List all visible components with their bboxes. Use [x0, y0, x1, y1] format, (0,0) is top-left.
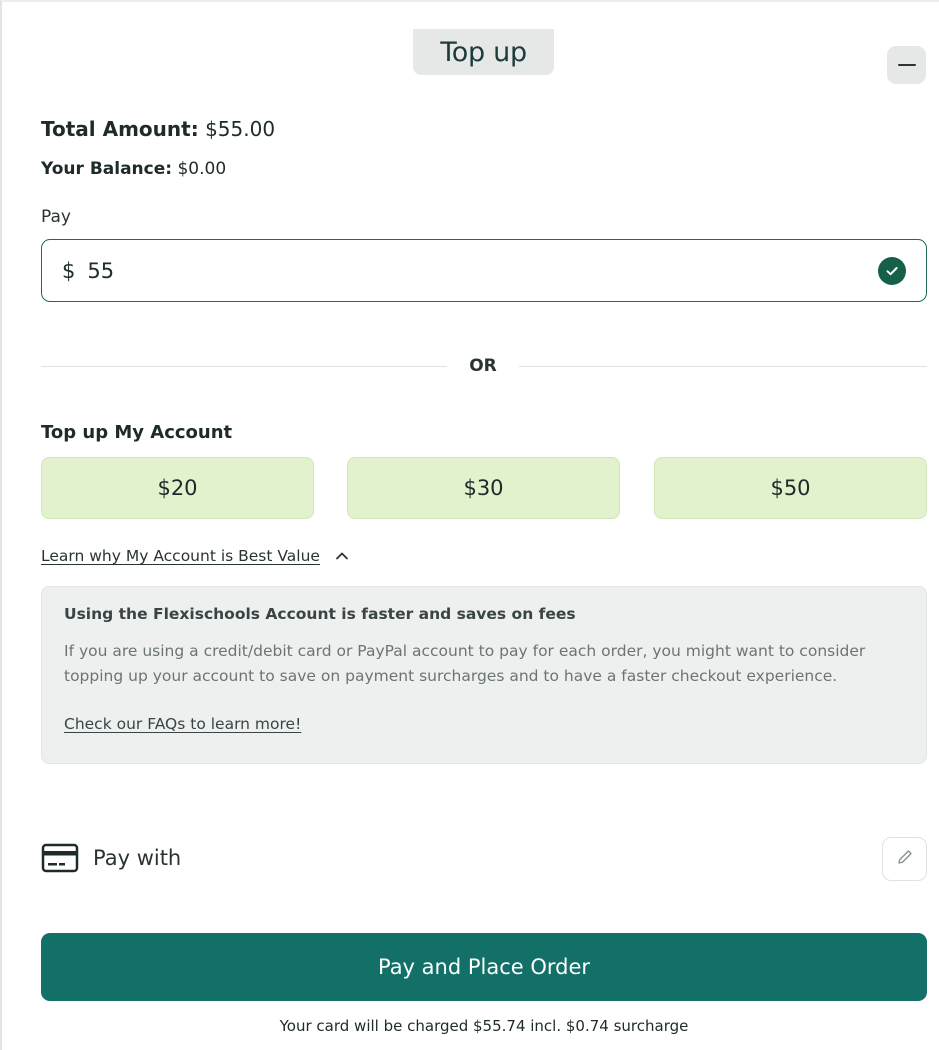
- info-title: Using the Flexischools Account is faster…: [64, 605, 576, 623]
- your-balance: Your Balance: $0.00: [41, 159, 226, 179]
- balance-label: Your Balance:: [41, 159, 173, 179]
- chevron-up-icon[interactable]: [334, 548, 350, 564]
- divider-line-left: [41, 366, 447, 367]
- collapse-button[interactable]: [887, 46, 926, 84]
- currency-symbol: $: [62, 258, 76, 283]
- minus-icon: [897, 63, 916, 67]
- divider-line-right: [519, 366, 927, 367]
- pay-with-label: Pay with: [93, 846, 182, 870]
- pay-label: Pay: [41, 207, 71, 227]
- total-amount-label: Total Amount:: [41, 117, 199, 141]
- pay-and-place-order-button[interactable]: Pay and Place Order: [41, 933, 927, 1001]
- best-value-info: Using the Flexischools Account is faster…: [41, 586, 927, 764]
- pay-amount-value[interactable]: 55: [87, 259, 878, 283]
- or-text: OR: [469, 356, 497, 376]
- topup-heading: Top up My Account: [41, 422, 233, 443]
- credit-card-icon: [41, 842, 79, 874]
- topup-panel: Top up Total Amount: $55.00 Your Balance…: [0, 0, 939, 1050]
- or-divider: OR: [41, 354, 927, 380]
- topup-30-button[interactable]: $30: [347, 457, 620, 519]
- total-amount: Total Amount: $55.00: [41, 117, 275, 141]
- learn-more-link[interactable]: Learn why My Account is Best Value: [41, 547, 320, 565]
- pay-with-selector[interactable]: Pay with: [41, 842, 181, 874]
- info-body: If you are using a credit/debit card or …: [64, 642, 866, 685]
- faq-link[interactable]: Check our FAQs to learn more!: [64, 715, 301, 733]
- check-circle-icon: [878, 256, 906, 285]
- learn-more-toggle[interactable]: Learn why My Account is Best Value: [41, 547, 350, 565]
- total-amount-value: $55.00: [205, 117, 276, 141]
- pencil-icon: [895, 847, 915, 871]
- topup-20-button[interactable]: $20: [41, 457, 314, 519]
- edit-payment-button[interactable]: [882, 837, 927, 881]
- balance-value: $0.00: [177, 159, 227, 179]
- topup-50-button[interactable]: $50: [654, 457, 927, 519]
- charge-note: Your card will be charged $55.74 incl. $…: [279, 1017, 689, 1035]
- panel-title: Top up: [413, 29, 554, 75]
- pay-amount-input[interactable]: $ 55: [41, 239, 927, 302]
